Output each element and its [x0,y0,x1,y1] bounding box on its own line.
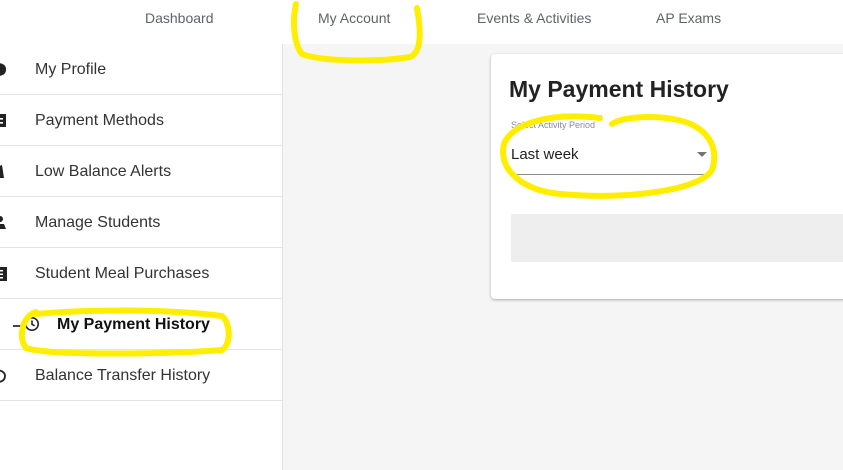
sidebar-item-my-profile[interactable]: My Profile [0,44,282,95]
select-underline [511,174,712,175]
sidebar-item-balance-transfer-history[interactable]: Balance Transfer History [0,350,282,401]
sidebar-item-label: Low Balance Alerts [35,163,172,180]
activity-period-select[interactable]: Select Activity Period Last week [511,120,712,180]
select-label: Select Activity Period [511,120,596,130]
sidebar-item-label: Balance Transfer History [35,367,211,384]
transfer-history-icon [0,369,6,383]
sidebar-item-label: Payment Methods [35,112,164,129]
sidebar-item-label: Manage Students [35,214,161,231]
nav-events-activities[interactable]: Events & Activities [477,10,591,26]
payment-history-card: My Payment History Select Activity Perio… [491,54,843,299]
dropdown-arrow-icon[interactable] [697,152,707,157]
select-value[interactable]: Last week [511,146,579,163]
nav-dashboard[interactable]: Dashboard [145,10,214,26]
alert-icon [0,165,4,178]
sidebar-item-low-balance-alerts[interactable]: Low Balance Alerts [0,146,282,197]
sidebar-item-label: My Payment History [57,316,210,333]
history-icon [25,317,39,331]
profile-icon [0,63,6,76]
active-indicator [13,325,21,327]
top-navigation: Dashboard My Account Events & Activities… [0,0,843,44]
receipt-icon [0,267,7,281]
nav-my-account[interactable]: My Account [318,10,390,26]
sidebar: My Profile Payment Methods Low Balance A… [0,44,283,470]
sidebar-item-my-payment-history[interactable]: My Payment History [0,299,282,350]
students-icon [0,216,6,229]
sidebar-item-student-meal-purchases[interactable]: Student Meal Purchases [0,248,282,299]
page-title: My Payment History [509,76,729,102]
sidebar-item-payment-methods[interactable]: Payment Methods [0,95,282,146]
sidebar-item-label: My Profile [35,61,107,78]
sidebar-item-manage-students[interactable]: Manage Students [0,197,282,248]
sidebar-item-label: Student Meal Purchases [35,265,210,282]
history-results-placeholder [511,214,843,262]
payment-methods-icon [0,114,6,127]
main-content: My Payment History Select Activity Perio… [283,44,843,470]
nav-ap-exams[interactable]: AP Exams [656,10,721,26]
